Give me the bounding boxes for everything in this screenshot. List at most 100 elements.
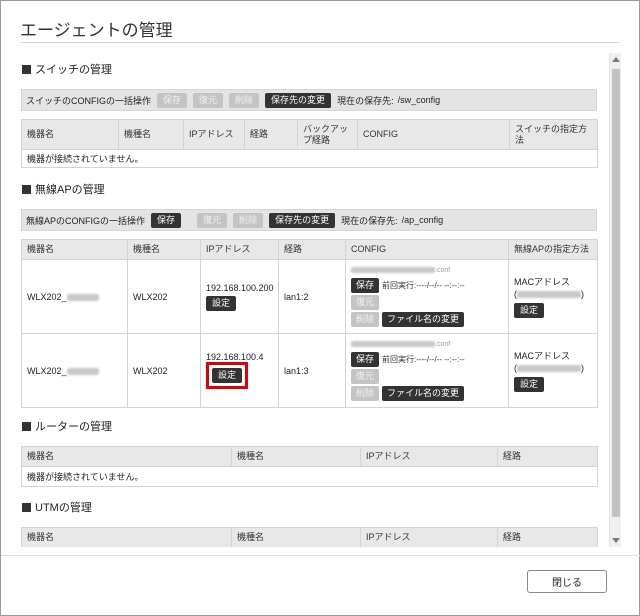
config-save-button[interactable]: 保存 xyxy=(351,352,380,367)
switch-bulk-label: スイッチのCONFIGの一括操作 xyxy=(26,95,151,106)
ap-restore-all-button[interactable]: 復元 xyxy=(197,212,228,228)
mac-close: ) xyxy=(581,362,584,373)
col-method: スイッチの指定方法 xyxy=(509,119,598,150)
col-method: 無線APの指定方法 xyxy=(508,239,598,260)
ap-row-config-cell: .conf 保存 前回実行:----/--/-- --:--:-- 復元 削除 ファ… xyxy=(345,333,509,408)
square-bullet-icon xyxy=(22,502,31,512)
ap-change-dest-button[interactable]: 保存先の変更 xyxy=(269,212,336,228)
ap-delete-all-button[interactable]: 削除 xyxy=(233,212,264,228)
redacted-filename xyxy=(351,267,435,273)
switch-save-all-button[interactable]: 保存 xyxy=(157,92,188,108)
col-device-name: 機器名 xyxy=(21,119,119,150)
utm-heading-text: UTMの管理 xyxy=(35,502,92,514)
ap-current-dest-value: /ap_config xyxy=(401,215,444,225)
col-model: 機種名 xyxy=(231,446,361,467)
config-ext: .conf xyxy=(435,266,451,274)
ap-row-config-cell: .conf 保存 前回実行:----/--/-- --:--:-- 復元 削除 ファ… xyxy=(345,259,509,334)
switch-section-heading: スイッチの管理 xyxy=(22,61,112,77)
ap-section-heading: 無線APの管理 xyxy=(22,181,105,197)
switch-current-dest-value: /sw_config xyxy=(397,95,441,105)
agent-management-dialog: エージェントの管理 スイッチの管理 スイッチのCONFIGの一括操作 保存 復元… xyxy=(0,0,640,616)
redacted-mac xyxy=(517,364,581,372)
redacted-serial xyxy=(66,293,99,301)
redacted-filename xyxy=(351,341,435,347)
switch-current-dest-label: 現在の保存先: xyxy=(337,95,394,106)
config-filename: .conf xyxy=(351,265,503,275)
arrow-down-icon[interactable] xyxy=(612,538,620,543)
rename-file-button[interactable]: ファイル名の変更 xyxy=(382,386,465,401)
table-row: 機器が接続されていません。 xyxy=(21,466,598,487)
title-divider xyxy=(20,42,620,43)
router-heading-text: ルーターの管理 xyxy=(35,421,112,433)
device-name-text: WLX202_ xyxy=(27,365,67,376)
switch-restore-all-button[interactable]: 復元 xyxy=(193,92,224,108)
config-restore-button[interactable]: 復元 xyxy=(351,369,380,384)
mac-label: MACアドレス xyxy=(514,350,570,361)
ap-row-name: WLX202_ xyxy=(21,333,128,408)
switch-heading-text: スイッチの管理 xyxy=(35,64,112,76)
router-empty-message: 機器が接続されていません。 xyxy=(21,466,598,487)
ap-table: 機器名 機種名 IPアドレス 経路 CONFIG 無線APの指定方法 WLX20… xyxy=(21,239,598,408)
switch-table-header: 機器名 機種名 IPアドレス 経路 バックアップ経路 CONFIG スイッチの指… xyxy=(21,119,598,150)
col-model: 機種名 xyxy=(118,119,184,150)
ap-row-name: WLX202_ xyxy=(21,259,128,334)
col-model: 機種名 xyxy=(127,239,201,260)
footer-divider xyxy=(1,555,640,556)
col-backup-route: バックアップ経路 xyxy=(297,119,358,150)
config-delete-button[interactable]: 削除 xyxy=(351,312,380,327)
config-delete-button[interactable]: 削除 xyxy=(351,386,380,401)
method-setting-button[interactable]: 設定 xyxy=(514,302,545,318)
col-route: 経路 xyxy=(278,239,346,260)
mac-close: ) xyxy=(581,288,584,299)
ip-setting-button[interactable]: 設定 xyxy=(206,295,237,311)
mac-value: () xyxy=(514,362,592,374)
mac-value: () xyxy=(514,288,592,300)
redacted-mac xyxy=(517,290,581,298)
close-button[interactable]: 閉じる xyxy=(527,570,607,593)
scrollbar-thumb[interactable] xyxy=(612,69,620,517)
switch-empty-message: 機器が接続されていません。 xyxy=(21,149,598,168)
col-route: 経路 xyxy=(497,446,598,467)
col-device-name: 機器名 xyxy=(21,527,232,547)
redacted-serial xyxy=(66,367,99,375)
utm-section-heading: UTMの管理 xyxy=(22,499,92,515)
square-bullet-icon xyxy=(22,64,31,74)
ip-setting-button[interactable]: 設定 xyxy=(212,368,243,383)
dialog-title: エージェントの管理 xyxy=(20,21,173,40)
vertical-scrollbar[interactable] xyxy=(609,53,621,547)
dialog-content[interactable]: スイッチの管理 スイッチのCONFIGの一括操作 保存 復元 削除 保存先の変更… xyxy=(20,53,610,547)
arrow-up-icon[interactable] xyxy=(612,57,620,62)
router-section-heading: ルーターの管理 xyxy=(22,418,112,434)
col-route: 経路 xyxy=(244,119,298,150)
square-bullet-icon xyxy=(22,184,31,194)
col-config: CONFIG xyxy=(357,119,510,150)
ap-heading-text: 無線APの管理 xyxy=(35,184,105,196)
utm-table: 機器名 機種名 IPアドレス 経路 xyxy=(21,527,598,547)
ap-row-method-cell: MACアドレス () 設定 xyxy=(508,333,598,408)
ap-bulk-label: 無線APのCONFIGの一括操作 xyxy=(26,215,146,226)
ap-row-model: WLX202 xyxy=(127,259,201,334)
last-run-text: 前回実行:----/--/-- --:--:-- xyxy=(382,355,465,364)
switch-delete-all-button[interactable]: 削除 xyxy=(229,92,260,108)
ip-address: 192.168.100.200 xyxy=(206,282,274,293)
switch-change-dest-button[interactable]: 保存先の変更 xyxy=(265,92,332,108)
switch-bulk-bar: スイッチのCONFIGの一括操作 保存 復元 削除 保存先の変更 現在の保存先:… xyxy=(21,89,597,111)
method-setting-button[interactable]: 設定 xyxy=(514,376,545,392)
ap-save-all-button[interactable]: 保存 xyxy=(151,212,182,228)
mac-label: MACアドレス xyxy=(514,276,570,287)
col-ip: IPアドレス xyxy=(360,446,498,467)
col-ip: IPアドレス xyxy=(200,239,279,260)
square-bullet-icon xyxy=(22,421,31,431)
config-restore-button[interactable]: 復元 xyxy=(351,295,380,310)
col-model: 機種名 xyxy=(231,527,361,547)
last-run-text: 前回実行:----/--/-- --:--:-- xyxy=(382,281,465,290)
switch-table: 機器名 機種名 IPアドレス 経路 バックアップ経路 CONFIG スイッチの指… xyxy=(21,119,598,168)
col-device-name: 機器名 xyxy=(21,239,128,260)
ap-current-dest-label: 現在の保存先: xyxy=(341,215,398,226)
rename-file-button[interactable]: ファイル名の変更 xyxy=(382,312,465,327)
col-ip: IPアドレス xyxy=(360,527,498,547)
ap-row-route: lan1:3 xyxy=(278,333,346,408)
config-ext: .conf xyxy=(435,340,451,348)
table-row: WLX202_ WLX202 192.168.100.200 設定 lan1:2… xyxy=(21,259,598,334)
config-save-button[interactable]: 保存 xyxy=(351,278,380,293)
